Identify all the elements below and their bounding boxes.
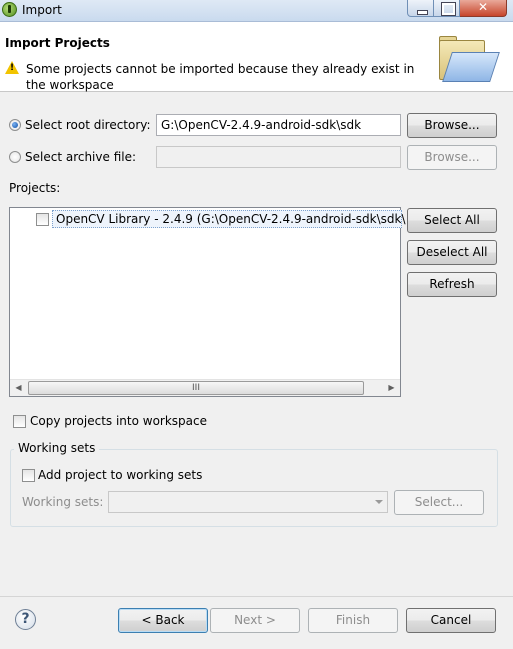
working-sets-title: Working sets: [14, 441, 100, 455]
root-directory-label: Select root directory:: [25, 118, 151, 132]
archive-file-radio[interactable]: [9, 151, 21, 163]
working-sets-label: Working sets:: [22, 495, 104, 509]
scroll-thumb[interactable]: III: [28, 381, 364, 395]
page-title: Import Projects: [5, 36, 110, 50]
folder-import-icon: [437, 36, 500, 86]
warning-message: Some projects cannot be imported because…: [26, 62, 415, 92]
archive-browse-button[interactable]: Browse...: [407, 145, 497, 170]
footer-separator: [0, 596, 513, 597]
close-button[interactable]: [460, 0, 507, 17]
copy-projects-label: Copy projects into workspace: [30, 414, 208, 428]
archive-file-input[interactable]: [156, 146, 401, 168]
scroll-right-icon[interactable]: ▶: [383, 380, 400, 396]
copy-projects-checkbox[interactable]: [13, 415, 26, 428]
root-browse-button[interactable]: Browse...: [407, 113, 497, 138]
window-title: Import: [22, 3, 62, 17]
root-directory-radio[interactable]: [9, 119, 21, 131]
refresh-button[interactable]: Refresh: [407, 272, 497, 297]
minimize-button[interactable]: [407, 0, 434, 17]
back-button[interactable]: < Back: [118, 608, 208, 633]
add-to-working-sets-checkbox[interactable]: [22, 469, 35, 482]
title-bar: Import: [0, 0, 513, 22]
working-sets-group: [10, 449, 498, 527]
add-to-working-sets-label: Add project to working sets: [38, 468, 203, 482]
project-label: OpenCV Library - 2.4.9 (G:\OpenCV-2.4.9-…: [56, 212, 406, 226]
help-icon[interactable]: ?: [15, 609, 36, 630]
deselect-all-button[interactable]: Deselect All: [407, 240, 497, 265]
select-working-sets-button[interactable]: Select...: [394, 490, 484, 515]
working-sets-combo[interactable]: [108, 491, 388, 513]
projects-label: Projects:: [9, 181, 61, 195]
next-button[interactable]: Next >: [210, 608, 300, 633]
eclipse-icon: [2, 2, 17, 17]
wizard-header: Import Projects Some projects cannot be …: [0, 22, 513, 92]
archive-file-label: Select archive file:: [25, 150, 137, 164]
cancel-button[interactable]: Cancel: [406, 608, 496, 633]
chevron-down-icon: [375, 500, 383, 504]
root-directory-input[interactable]: G:\OpenCV-2.4.9-android-sdk\sdk: [156, 114, 401, 136]
window-controls: [407, 0, 507, 17]
scroll-left-icon[interactable]: ◀: [10, 380, 27, 396]
horizontal-scrollbar[interactable]: ◀ III ▶: [10, 379, 400, 396]
projects-list[interactable]: OpenCV Library - 2.4.9 (G:\OpenCV-2.4.9-…: [9, 207, 406, 397]
finish-button[interactable]: Finish: [308, 608, 398, 633]
project-checkbox[interactable]: [36, 213, 49, 226]
maximize-button[interactable]: [434, 0, 460, 17]
select-all-button[interactable]: Select All: [407, 208, 497, 233]
warning-icon: [5, 61, 19, 74]
